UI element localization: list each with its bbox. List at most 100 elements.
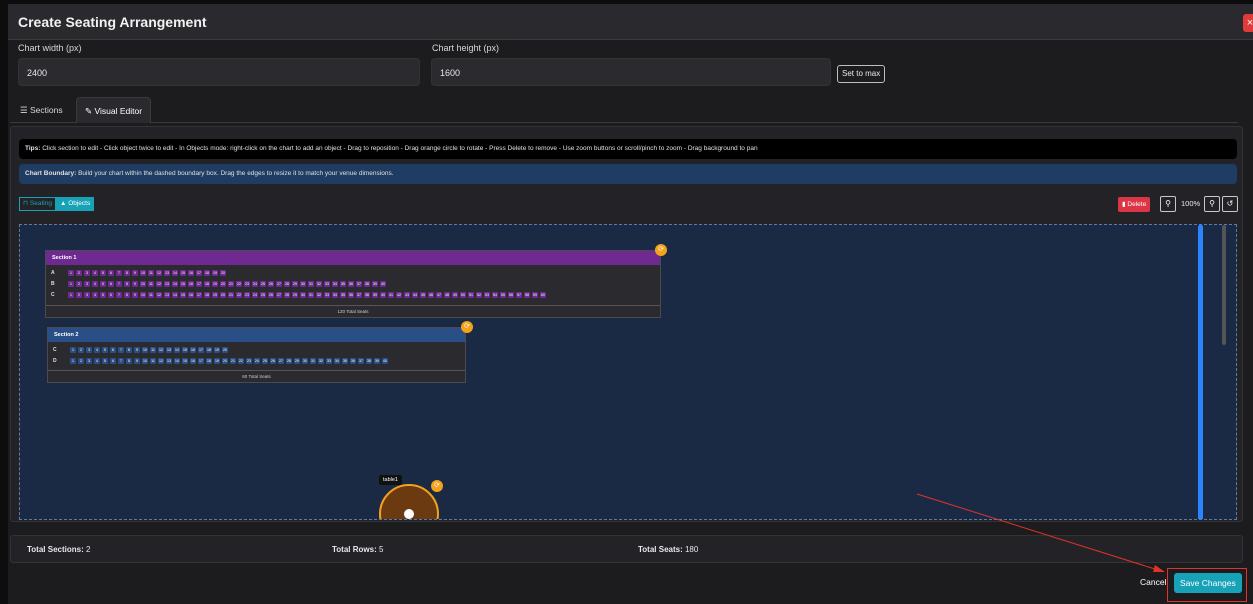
seat[interactable]: 32 <box>316 280 322 287</box>
seat[interactable]: 4 <box>92 280 98 287</box>
seat[interactable]: 24 <box>254 357 260 364</box>
seat[interactable]: 22 <box>236 280 242 287</box>
seat[interactable]: 12 <box>158 357 164 364</box>
chart-height-input[interactable]: 1600 <box>431 58 831 86</box>
seat[interactable]: 8 <box>124 291 130 298</box>
seat[interactable]: 4 <box>94 346 100 353</box>
seat[interactable]: 27 <box>276 280 282 287</box>
seat[interactable]: 3 <box>84 280 90 287</box>
seat[interactable]: 19 <box>212 269 218 276</box>
seat[interactable]: 2 <box>76 269 82 276</box>
seat[interactable]: 8 <box>126 346 132 353</box>
seat[interactable]: 45 <box>420 291 426 298</box>
seat[interactable]: 44 <box>412 291 418 298</box>
seat[interactable]: 19 <box>212 280 218 287</box>
seat[interactable]: 17 <box>196 269 202 276</box>
seat[interactable]: 5 <box>102 357 108 364</box>
seat[interactable]: 42 <box>396 291 402 298</box>
seat[interactable]: 10 <box>140 269 146 276</box>
seat[interactable]: 13 <box>164 269 170 276</box>
seat[interactable]: 14 <box>172 291 178 298</box>
seat[interactable]: 17 <box>198 346 204 353</box>
seat[interactable]: 14 <box>172 269 178 276</box>
seat[interactable]: 47 <box>436 291 442 298</box>
seat[interactable]: 26 <box>268 280 274 287</box>
seat[interactable]: 17 <box>196 280 202 287</box>
seat[interactable]: 7 <box>116 291 122 298</box>
seat[interactable]: 10 <box>140 280 146 287</box>
set-to-max-button[interactable]: Set to max <box>837 65 886 83</box>
section-card[interactable]: Section 1 A 1 2 3 4 5 6 7 8 9 10 11 12 13 14 15 16 17 18 19 2… <box>45 250 661 318</box>
seat[interactable]: 16 <box>190 346 196 353</box>
seat[interactable]: 8 <box>124 269 130 276</box>
seat[interactable]: 32 <box>318 357 324 364</box>
seat[interactable]: 6 <box>110 346 116 353</box>
seat[interactable]: 33 <box>326 357 332 364</box>
seat[interactable]: 18 <box>206 357 212 364</box>
reset-zoom-icon[interactable]: ↺ <box>1222 196 1238 212</box>
seat[interactable]: 26 <box>268 291 274 298</box>
seat[interactable]: 3 <box>86 346 92 353</box>
seat[interactable]: 21 <box>228 280 234 287</box>
seat[interactable]: 46 <box>428 291 434 298</box>
seat[interactable]: 7 <box>116 269 122 276</box>
seat[interactable]: 7 <box>118 346 124 353</box>
seat[interactable]: 16 <box>188 269 194 276</box>
seat[interactable]: 40 <box>380 291 386 298</box>
seat[interactable]: 41 <box>388 291 394 298</box>
seat[interactable]: 30 <box>302 357 308 364</box>
seat[interactable]: 15 <box>180 291 186 298</box>
seat[interactable]: 21 <box>230 357 236 364</box>
seat[interactable]: 25 <box>260 291 266 298</box>
seat[interactable]: 33 <box>324 291 330 298</box>
seat[interactable]: 23 <box>246 357 252 364</box>
seat[interactable]: 38 <box>364 291 370 298</box>
seat[interactable]: 12 <box>156 291 162 298</box>
seat[interactable]: 14 <box>174 346 180 353</box>
seat[interactable]: 1 <box>68 269 74 276</box>
seat[interactable]: 37 <box>356 280 362 287</box>
seat[interactable]: 10 <box>142 357 148 364</box>
seat[interactable]: 57 <box>516 291 522 298</box>
seat[interactable]: 9 <box>132 291 138 298</box>
seat[interactable]: 17 <box>196 291 202 298</box>
seat[interactable]: 15 <box>182 346 188 353</box>
seat[interactable]: 20 <box>220 280 226 287</box>
seat[interactable]: 37 <box>358 357 364 364</box>
seat[interactable]: 59 <box>532 291 538 298</box>
seat[interactable]: 28 <box>284 291 290 298</box>
seat[interactable]: 49 <box>452 291 458 298</box>
seat[interactable]: 16 <box>188 291 194 298</box>
seat[interactable]: 60 <box>540 291 546 298</box>
seat[interactable]: 3 <box>84 291 90 298</box>
tab-sections[interactable]: ☰ Sections <box>12 97 71 123</box>
seat[interactable]: 31 <box>308 291 314 298</box>
seat[interactable]: 27 <box>278 357 284 364</box>
seat[interactable]: 11 <box>148 269 154 276</box>
seat[interactable]: 18 <box>204 280 210 287</box>
seat[interactable]: 5 <box>100 280 106 287</box>
seat[interactable]: 2 <box>76 291 82 298</box>
seat[interactable]: 1 <box>68 291 74 298</box>
zoom-in-icon[interactable]: ⚲ <box>1204 196 1220 212</box>
seat[interactable]: 9 <box>134 357 140 364</box>
seat[interactable]: 8 <box>124 280 130 287</box>
seat[interactable]: 9 <box>134 346 140 353</box>
seat[interactable]: 20 <box>220 269 226 276</box>
cancel-button[interactable]: Cancel <box>1140 577 1166 587</box>
seat[interactable]: 3 <box>86 357 92 364</box>
seat[interactable]: 17 <box>198 357 204 364</box>
seat[interactable]: 34 <box>332 291 338 298</box>
seat[interactable]: 33 <box>324 280 330 287</box>
seat[interactable]: 11 <box>148 280 154 287</box>
seating-mode-button[interactable]: ⊓ Seating <box>19 197 56 211</box>
seat[interactable]: 51 <box>468 291 474 298</box>
seat[interactable]: 28 <box>284 280 290 287</box>
seat[interactable]: 31 <box>310 357 316 364</box>
seat[interactable]: 24 <box>252 280 258 287</box>
close-icon[interactable]: × <box>1243 14 1253 32</box>
seat[interactable]: 34 <box>334 357 340 364</box>
seat[interactable]: 28 <box>286 357 292 364</box>
seat[interactable]: 1 <box>70 346 76 353</box>
seat[interactable]: 19 <box>214 357 220 364</box>
